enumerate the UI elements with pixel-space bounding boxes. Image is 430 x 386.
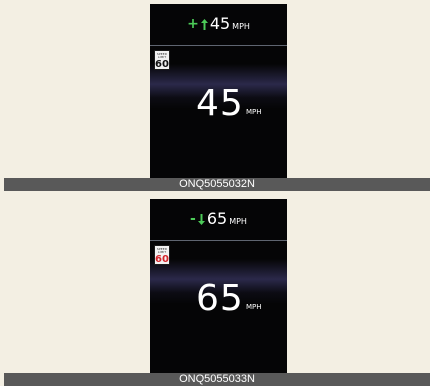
- figure-panel-1: + 45 MPH SPEED LIMIT 60 45 MPH ONQ505503…: [0, 0, 430, 193]
- speed-limit-sign: SPEED LIMIT 60: [154, 245, 170, 265]
- figure-caption: ONQ5055032N: [4, 178, 430, 191]
- divider: [150, 45, 287, 46]
- arrow-up-icon: [200, 15, 208, 34]
- current-speed-value: 45: [196, 83, 244, 124]
- set-speed-value: 65: [206, 209, 228, 228]
- current-speed: 65 MPH: [150, 281, 287, 321]
- manual-figure: + 45 MPH SPEED LIMIT 60 45 MPH ONQ505503…: [0, 0, 430, 386]
- decrease-sign: -: [190, 211, 196, 227]
- set-speed-value: 45: [209, 14, 231, 33]
- figure-panel-2: - 65 MPH SPEED LIMIT 60 65 MPH ONQ505503…: [0, 195, 430, 386]
- set-speed-unit: MPH: [229, 216, 247, 226]
- set-speed-indicator: - 65 MPH: [150, 199, 287, 239]
- arrow-down-icon: [197, 210, 205, 229]
- current-speed-unit: MPH: [246, 303, 262, 311]
- cluster-display: + 45 MPH SPEED LIMIT 60 45 MPH: [150, 4, 287, 178]
- current-speed-value: 65: [196, 278, 244, 319]
- speed-limit-sign: SPEED LIMIT 60: [154, 50, 170, 70]
- current-speed: 45 MPH: [150, 86, 287, 126]
- set-speed-indicator: + 45 MPH: [150, 4, 287, 44]
- speed-limit-value: 60: [155, 254, 169, 265]
- figure-caption: ONQ5055033N: [4, 373, 430, 386]
- speed-limit-value: 60: [155, 59, 169, 70]
- current-speed-unit: MPH: [246, 108, 262, 116]
- increase-sign: +: [187, 16, 199, 32]
- divider: [150, 240, 287, 241]
- set-speed-unit: MPH: [232, 21, 250, 31]
- cluster-display: - 65 MPH SPEED LIMIT 60 65 MPH: [150, 199, 287, 373]
